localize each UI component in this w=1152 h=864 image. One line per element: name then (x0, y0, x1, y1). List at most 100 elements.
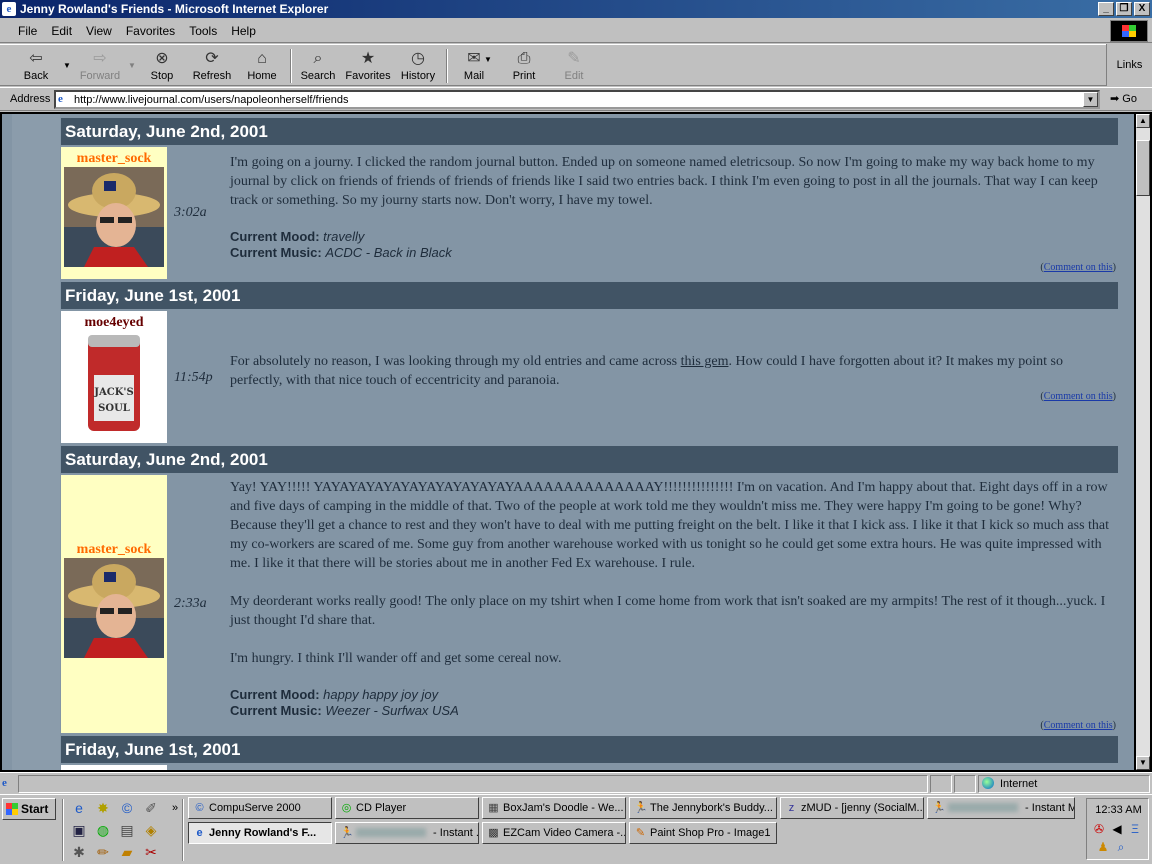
folder-quicklaunch-icon[interactable]: ▰ (118, 843, 136, 861)
window-title: Jenny Rowland's Friends - Microsoft Inte… (20, 2, 329, 16)
task-cd-player[interactable]: ◎ CD Player (335, 797, 479, 819)
favorites-button[interactable]: ★ Favorites (343, 48, 393, 84)
task-instant-message-2[interactable]: 🏃 - Instant ... (335, 822, 479, 844)
camera-icon: ▩ (488, 827, 499, 839)
menu-tools[interactable]: Tools (189, 24, 217, 38)
toolbar: ⇦ Back ▼ ⇨ Forward ▼ ⊗ Stop ⟳ Refresh ⌂ … (0, 44, 1152, 86)
pen-tool-icon[interactable]: ✐ (142, 799, 160, 817)
address-input[interactable] (74, 93, 1080, 107)
entry-time: 2:33a (174, 596, 207, 611)
tray-app-icon[interactable]: ✇ (1091, 821, 1107, 837)
vertical-scrollbar[interactable]: ▲ ▼ (1136, 114, 1150, 770)
home-button[interactable]: ⌂ Home (240, 48, 284, 84)
ie-page-icon: e (58, 93, 63, 105)
back-dropdown-icon[interactable]: ▼ (63, 61, 71, 70)
app-quicklaunch-icon[interactable]: ▣ (70, 821, 88, 839)
tray-search-icon[interactable]: ⌕ (1113, 839, 1129, 855)
page-status-icon: e (2, 777, 7, 789)
comment-link-wrap: (Comment on this) (1040, 720, 1116, 731)
redacted-screenname (356, 828, 426, 837)
maximize-button[interactable]: ❐ (1116, 2, 1132, 16)
clock[interactable]: 12:33 AM (1087, 804, 1150, 816)
entry-time: 3:02a (174, 205, 207, 220)
menu-bar: File Edit View Favorites Tools Help (0, 19, 1152, 43)
mail-dropdown-icon[interactable]: ▼ (484, 55, 492, 64)
taskbar: Start e ✸ © ✐ » ▣ ◍ ▤ ◈ ✱ ✏ ▰ ✂ © CompuSe… (0, 794, 1152, 864)
desktop-quicklaunch-icon[interactable]: ▤ (118, 821, 136, 839)
task-boxjam[interactable]: ▦ BoxJam's Doodle - We... (482, 797, 626, 819)
compuserve-c-icon[interactable]: © (118, 799, 136, 817)
userpic-avatar[interactable] (64, 167, 164, 267)
menu-favorites[interactable]: Favorites (126, 24, 175, 38)
menu-help[interactable]: Help (231, 24, 256, 38)
volume-icon[interactable]: ◀ (1109, 821, 1125, 837)
scroll-down-icon[interactable]: ▼ (1136, 756, 1150, 770)
compuserve-icon: © (195, 802, 204, 814)
this-gem-link[interactable]: this gem (681, 354, 729, 369)
go-button[interactable]: ➡ Go (1110, 91, 1148, 108)
globe-quicklaunch-icon[interactable]: ◍ (94, 821, 112, 839)
wrench-quicklaunch-icon[interactable]: ✂ (142, 843, 160, 861)
printer-icon: ⎙ (517, 50, 531, 67)
back-button[interactable]: ⇦ Back (14, 48, 58, 84)
tray-e-icon[interactable]: Ξ (1127, 821, 1143, 837)
running-man-icon: 🏃 (634, 802, 648, 814)
brush-quicklaunch-icon[interactable]: ✏ (94, 843, 112, 861)
scroll-thumb[interactable] (1136, 140, 1150, 196)
tray-buddy-icon[interactable]: ♟ (1095, 839, 1111, 855)
search-icon: ⌕ (313, 50, 323, 67)
task-ezcam[interactable]: ▩ EZCam Video Camera -... (482, 822, 626, 844)
menu-edit[interactable]: Edit (51, 24, 72, 38)
address-label: Address (10, 93, 51, 105)
history-button[interactable]: ◷ History (396, 48, 440, 84)
forward-button[interactable]: ⇨ Forward (76, 48, 124, 84)
userpic-box: master_sock (61, 147, 167, 279)
running-man-icon: 🏃 (340, 827, 354, 839)
edit-button[interactable]: ✎ Edit (552, 48, 596, 84)
links-toolbar[interactable]: Links (1106, 44, 1152, 86)
comment-link[interactable]: Comment on this (1044, 262, 1113, 273)
task-paint-shop-pro[interactable]: ✎ Paint Shop Pro - Image1 (629, 822, 777, 844)
userpic-box (61, 765, 167, 770)
search-button[interactable]: ⌕ Search (296, 48, 340, 84)
task-jenny-friends[interactable]: e Jenny Rowland's F... (188, 822, 332, 844)
menu-file[interactable]: File (18, 24, 37, 38)
running-man-icon: 🏃 (932, 802, 946, 814)
comment-link[interactable]: Comment on this (1044, 391, 1113, 402)
comment-link[interactable]: Comment on this (1044, 720, 1113, 731)
minimize-button[interactable]: _ (1098, 2, 1114, 16)
compuserve-star-icon[interactable]: ✸ (94, 799, 112, 817)
address-dropdown-icon[interactable]: ▼ (1083, 92, 1098, 107)
paint-brush-icon: ✎ (635, 827, 646, 839)
status-bar: e Internet (0, 772, 1152, 794)
media-quicklaunch-icon[interactable]: ◈ (142, 821, 160, 839)
start-button[interactable]: Start (2, 798, 56, 820)
entry-text: I'm hungry. I think I'll wander off and … (230, 651, 562, 666)
task-compuserve[interactable]: © CompuServe 2000 (188, 797, 332, 819)
date-header: Saturday, June 2nd, 2001 (61, 118, 1118, 145)
refresh-button[interactable]: ⟳ Refresh (190, 48, 234, 84)
stop-button[interactable]: ⊗ Stop (140, 48, 184, 84)
toolbar-separator (290, 49, 292, 83)
scroll-up-icon[interactable]: ▲ (1136, 114, 1150, 128)
ie-quicklaunch-icon[interactable]: e (70, 799, 88, 817)
tool-quicklaunch-icon[interactable]: ✱ (70, 843, 88, 861)
task-instant-message-1[interactable]: 🏃 - Instant Messa... (927, 797, 1075, 819)
username-link[interactable]: master_sock (61, 151, 167, 167)
close-button[interactable]: X (1134, 2, 1150, 16)
menu-view[interactable]: View (86, 24, 112, 38)
forward-dropdown-icon[interactable]: ▼ (128, 61, 136, 70)
task-zmud[interactable]: z zMUD - [jenny (SocialM... (780, 797, 924, 819)
entry-text: My deorderant works really good! The onl… (230, 594, 1106, 628)
page-content: Saturday, June 2nd, 2001 master_sock 3:0… (2, 114, 1134, 770)
title-bar: e Jenny Rowland's Friends - Microsoft In… (0, 0, 1152, 18)
userpic-avatar[interactable] (64, 558, 164, 658)
forward-arrow-icon: ⇨ (93, 50, 107, 67)
mail-button[interactable]: ✉ Mail (452, 48, 496, 84)
username-link[interactable]: moe4eyed (61, 315, 167, 331)
print-button[interactable]: ⎙ Print (502, 48, 546, 84)
username-link[interactable]: master_sock (61, 542, 167, 558)
task-buddy-list[interactable]: 🏃 The Jennybork's Buddy... (629, 797, 777, 819)
userpic-soda-can[interactable]: JACK'S SOUL (84, 331, 144, 435)
entry-text: I'm going on a journy. I clicked the ran… (230, 155, 1098, 208)
